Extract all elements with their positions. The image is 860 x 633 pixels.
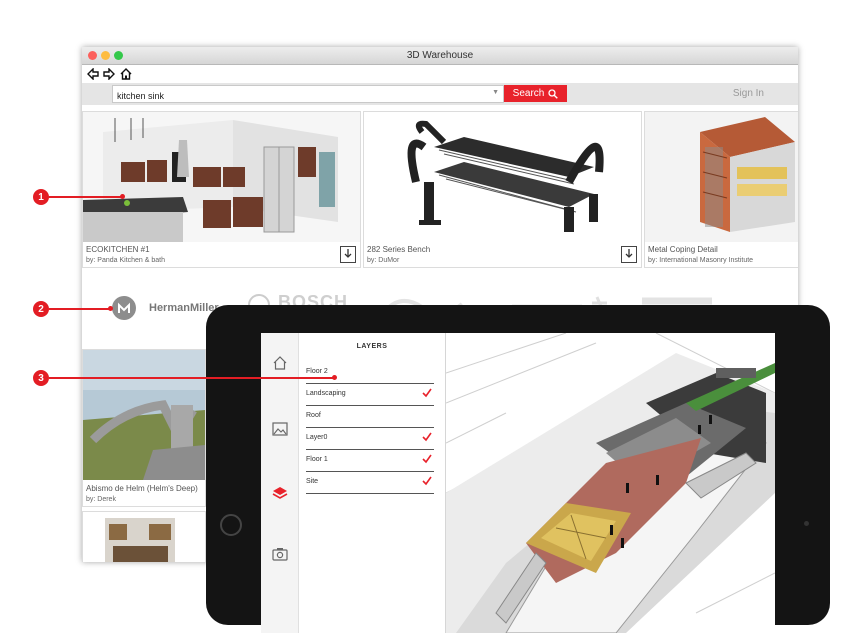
callout-1-dot: [120, 194, 125, 199]
hermanmiller-logo-icon: [112, 296, 136, 320]
result-card-bench[interactable]: 282 Series Bench by: DuMor: [363, 111, 642, 268]
download-icon[interactable]: [340, 246, 356, 263]
layer-name: Floor 2: [306, 368, 328, 375]
layer-row[interactable]: Floor 2: [306, 362, 434, 384]
result-card-helms-deep[interactable]: Abismo de Helm (Helm's Deep) by: Derek: [82, 349, 206, 507]
layer-row[interactable]: Floor 1: [306, 450, 434, 472]
building-model-render: [446, 333, 775, 633]
layer-name: Site: [306, 478, 319, 485]
layers-panel-title: LAYERS: [356, 343, 388, 350]
callout-2-line: [49, 308, 111, 310]
result-author: by: Panda Kitchen & bath: [86, 257, 165, 264]
layer-name: Layer0: [306, 434, 328, 441]
dropdown-arrow-icon[interactable]: ▼: [492, 89, 499, 96]
layer-name: Landscaping: [306, 390, 346, 397]
tablet-screen: LAYERS Floor 2 Landscaping Roof Layer0 F…: [261, 333, 775, 633]
layer-row[interactable]: Layer0: [306, 428, 434, 450]
image-icon[interactable]: [270, 419, 290, 439]
forward-arrow-icon[interactable]: [102, 66, 116, 82]
checkmark-icon[interactable]: [422, 432, 432, 442]
callout-2-dot: [108, 306, 113, 311]
search-field[interactable]: ▼: [112, 85, 504, 104]
search-icon: [548, 88, 559, 99]
callout-3-line: [49, 377, 335, 379]
layer-row[interactable]: Site: [306, 472, 434, 494]
window-title: 3D Warehouse: [406, 50, 474, 61]
callout-1-line: [49, 196, 123, 198]
result-author: by: DuMor: [367, 257, 400, 264]
search-input[interactable]: [113, 88, 481, 104]
model-viewport[interactable]: [446, 333, 775, 633]
helms-deep-model-thumbnail: [83, 350, 205, 480]
download-icon[interactable]: [621, 246, 637, 263]
camera-icon[interactable]: [270, 544, 290, 564]
home-icon[interactable]: [270, 353, 290, 373]
callout-2: 2: [33, 301, 49, 317]
layer-row[interactable]: Landscaping: [306, 384, 434, 406]
sign-in-link[interactable]: Sign In: [733, 88, 764, 99]
callout-3-dot: [332, 375, 337, 380]
result-author: by: International Masonry Institute: [648, 257, 754, 264]
tablet-home-button[interactable]: [220, 514, 242, 536]
result-title: ECOKITCHEN #1: [86, 245, 150, 254]
checkmark-icon[interactable]: [422, 388, 432, 398]
layer-row[interactable]: Roof: [306, 406, 434, 428]
checkmark-icon[interactable]: [422, 476, 432, 486]
home-icon[interactable]: [119, 66, 133, 82]
result-card-kitchen-preview[interactable]: [82, 511, 206, 562]
callout-1: 1: [33, 189, 49, 205]
search-button[interactable]: Search: [504, 85, 567, 102]
search-bar: ▼ Search Sign In: [82, 83, 798, 105]
result-title: 282 Series Bench: [367, 245, 431, 254]
result-author: by: Derek: [86, 496, 116, 503]
search-button-label: Search: [512, 88, 545, 99]
nav-toolbar: [82, 65, 798, 83]
bench-model-thumbnail: [364, 112, 641, 242]
result-title: Abismo de Helm (Helm's Deep): [86, 484, 198, 493]
layers-icon[interactable]: [270, 483, 290, 503]
layer-name: Roof: [306, 412, 321, 419]
checkmark-icon[interactable]: [422, 454, 432, 464]
result-title: Metal Coping Detail: [648, 245, 718, 254]
coping-model-thumbnail: [645, 112, 798, 242]
result-card-ecokitchen[interactable]: ECOKITCHEN #1 by: Panda Kitchen & bath: [82, 111, 361, 268]
tablet-camera: [804, 521, 809, 526]
brand-hermanmiller[interactable]: HermanMiller: [149, 302, 219, 314]
back-arrow-icon[interactable]: [86, 66, 100, 82]
kitchen-model-thumbnail: [83, 112, 360, 242]
kitchen-preview-thumbnail: [83, 512, 205, 562]
result-card-coping[interactable]: Metal Coping Detail by: International Ma…: [644, 111, 798, 268]
layer-name: Floor 1: [306, 456, 328, 463]
tablet-device: LAYERS Floor 2 Landscaping Roof Layer0 F…: [206, 305, 830, 633]
callout-3: 3: [33, 370, 49, 386]
title-bar: 3D Warehouse: [82, 47, 798, 65]
